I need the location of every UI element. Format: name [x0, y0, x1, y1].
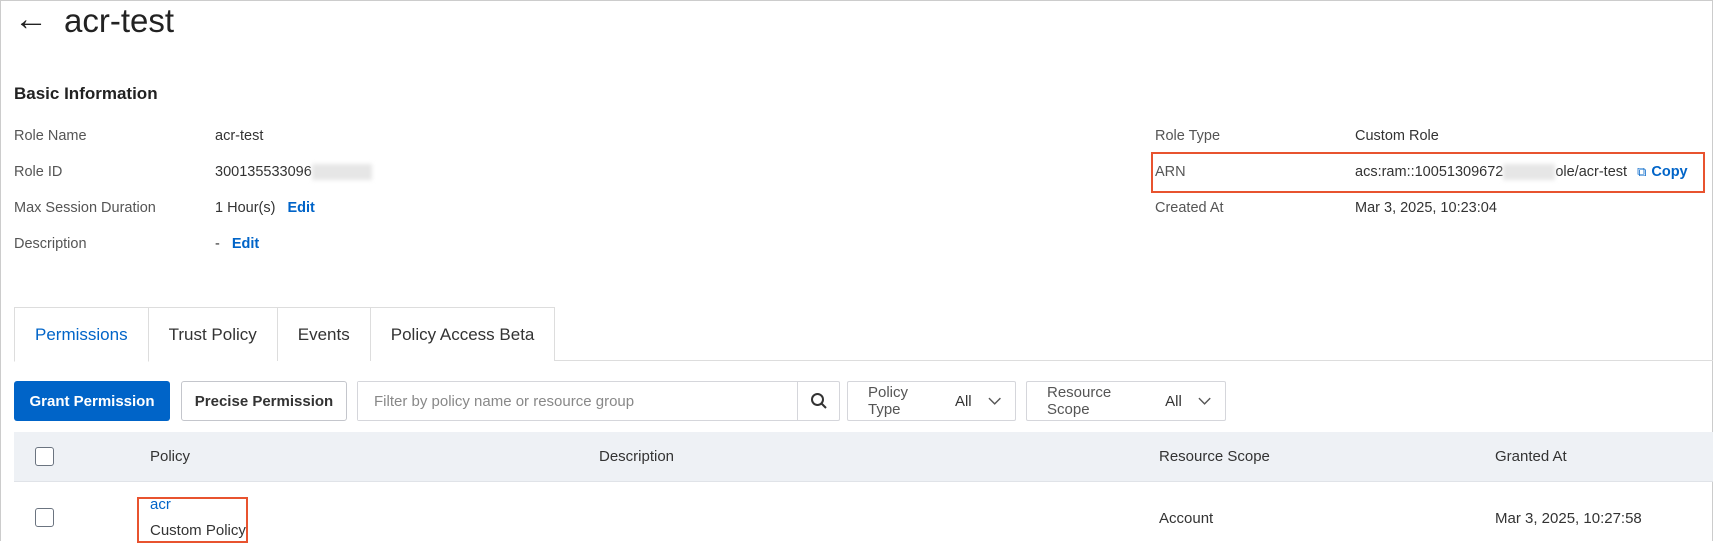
tab-policy-access[interactable]: Policy Access Beta — [369, 307, 556, 361]
created-at-value: Mar 3, 2025, 10:23:04 — [1355, 200, 1497, 216]
column-description: Description — [599, 448, 675, 465]
column-resource-scope: Resource Scope — [1159, 448, 1270, 465]
back-arrow-icon[interactable]: ← — [14, 0, 48, 39]
description-label: Description — [14, 236, 87, 252]
max-session-text: 1 Hour(s) — [215, 200, 276, 216]
tab-bar: Permissions Trust Policy Events Policy A… — [14, 307, 1713, 362]
edit-session-link[interactable]: Edit — [287, 200, 314, 216]
tab-trust-policy[interactable]: Trust Policy — [147, 307, 278, 361]
role-id-label: Role ID — [14, 164, 63, 180]
column-policy: Policy — [150, 448, 191, 465]
policy-search-input[interactable] — [358, 382, 797, 420]
column-granted-at: Granted At — [1495, 448, 1567, 465]
policy-type-label: Policy Type — [868, 384, 909, 418]
page-title: acr-test — [64, 2, 175, 39]
basic-information-heading: Basic Information — [14, 84, 158, 103]
redacted-area — [311, 164, 372, 181]
resource-scope-select[interactable]: Resource Scope All — [1026, 381, 1226, 421]
role-type-value: Custom Role — [1355, 128, 1439, 144]
tab-events[interactable]: Events — [276, 307, 371, 361]
max-session-label: Max Session Duration — [14, 200, 156, 216]
edit-description-link[interactable]: Edit — [232, 236, 259, 252]
resource-scope-value: All — [1165, 392, 1182, 410]
role-name-value: acr-test — [215, 128, 264, 144]
policy-type-select[interactable]: Policy Type All — [847, 381, 1016, 421]
role-id-value: 300135533096 — [215, 164, 372, 181]
description-text: - — [215, 236, 220, 252]
tab-permissions[interactable]: Permissions — [14, 307, 149, 362]
description-value: - Edit — [215, 236, 259, 252]
select-all-checkbox[interactable] — [35, 447, 54, 466]
created-at-label: Created At — [1155, 200, 1224, 216]
max-session-value: 1 Hour(s) Edit — [215, 200, 315, 216]
row-checkbox[interactable] — [35, 508, 54, 527]
role-type-label: Role Type — [1155, 128, 1221, 144]
resource-scope-label: Resource Scope — [1047, 384, 1112, 418]
policy-type-value: All — [954, 392, 972, 410]
role-name-label: Role Name — [14, 128, 87, 144]
chevron-down-icon — [1198, 397, 1211, 405]
role-id-text: 300135533096 — [215, 164, 312, 180]
grant-permission-button[interactable]: Grant Permission — [14, 381, 170, 421]
resource-scope-cell: Account — [1159, 510, 1214, 527]
search-button[interactable] — [797, 382, 839, 420]
search-icon — [810, 393, 827, 409]
policy-highlight-box — [137, 497, 248, 543]
arn-highlight-box — [1151, 152, 1705, 193]
chevron-down-icon — [988, 397, 1001, 405]
precise-permission-button[interactable]: Precise Permission — [181, 381, 347, 421]
granted-at-cell: Mar 3, 2025, 10:27:58 — [1495, 510, 1642, 527]
policy-search — [357, 381, 840, 421]
table-header — [14, 432, 1713, 482]
